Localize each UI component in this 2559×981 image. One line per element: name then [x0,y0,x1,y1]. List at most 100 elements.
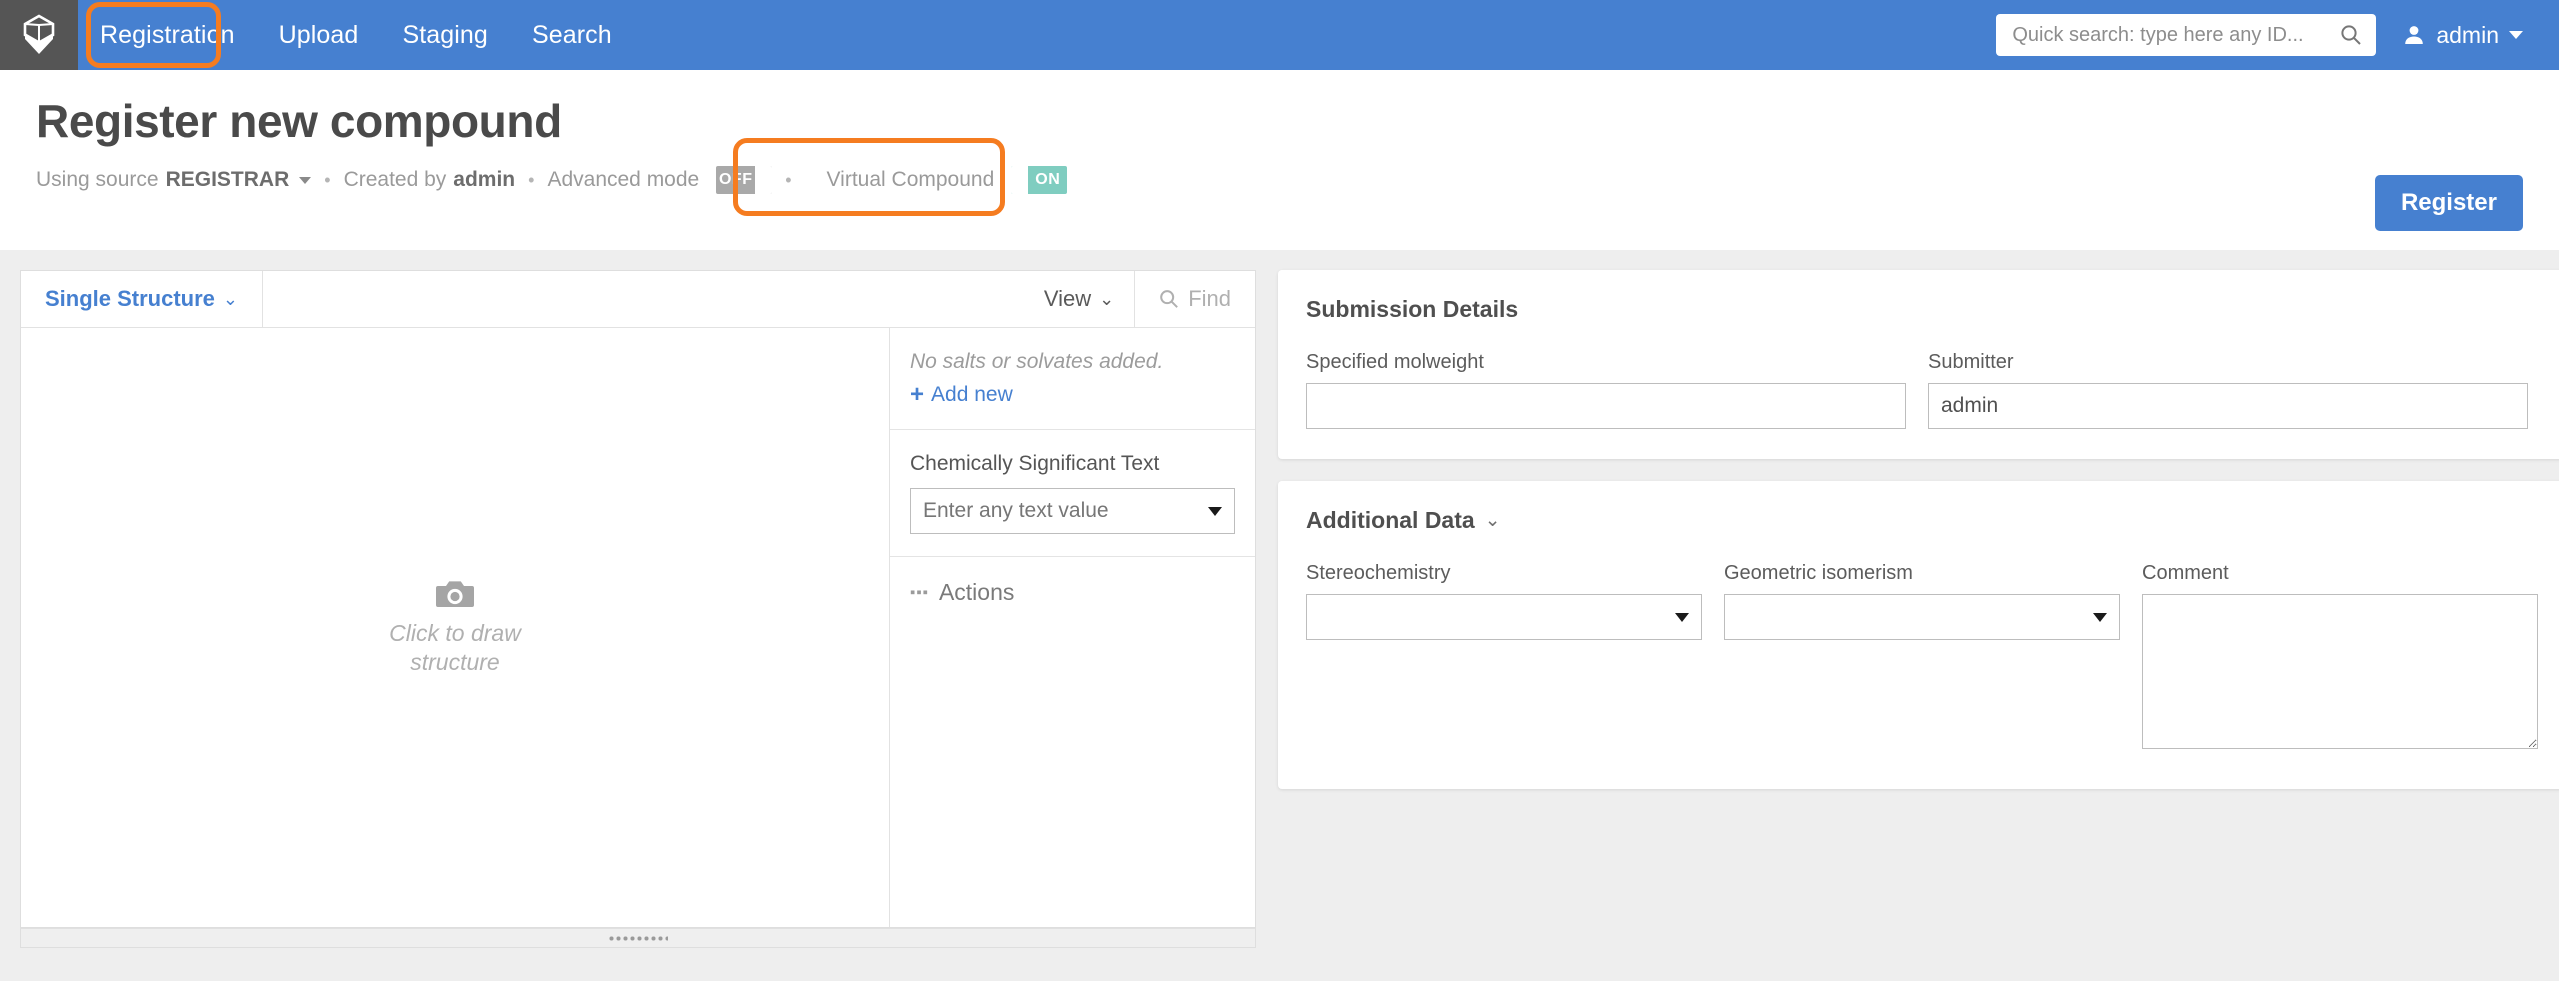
chemically-significant-text-block: Chemically Significant Text Enter any te… [890,430,1255,557]
virtual-compound-toggle[interactable]: ON [1011,166,1067,194]
toolbar-gap [263,271,1024,327]
camera-icon [436,578,474,609]
source-caret-down-icon[interactable] [299,177,311,184]
advanced-mode-toggle[interactable]: OFF [716,166,772,194]
quick-search-box[interactable] [1996,14,2376,56]
geometric-isomerism-field: Geometric isomerism [1724,562,2120,749]
specified-molweight-field: Specified molweight [1306,351,1906,429]
main-content: Single Structure ⌄ View ⌄ Find [0,250,2559,981]
app-logo[interactable] [0,0,78,70]
structure-card: Single Structure ⌄ View ⌄ Find [20,270,1256,928]
caret-down-icon [2093,613,2107,622]
comment-textarea[interactable] [2142,594,2538,749]
single-structure-label: Single Structure [45,286,215,312]
chevron-down-icon: ⌄ [223,289,238,310]
advanced-mode-label: Advanced mode [547,168,699,192]
search-icon [2340,24,2362,46]
hexagon-cube-logo-icon [19,13,59,57]
comment-label: Comment [2142,562,2538,585]
view-dropdown[interactable]: View ⌄ [1024,271,1135,327]
nav-link-search[interactable]: Search [510,0,634,70]
using-source-label: Using source [36,168,159,192]
draw-placeholder-line2: structure [410,648,499,677]
nav-link-staging[interactable]: Staging [380,0,510,70]
virtual-compound-group: Virtual Compound ON [827,166,1068,194]
created-by-label: Created by [344,168,447,192]
geometric-isomerism-select[interactable] [1724,594,2120,640]
geometric-isomerism-label: Geometric isomerism [1724,562,2120,585]
structure-body: Click to draw structure No salts or solv… [21,328,1255,927]
created-by-value: admin [453,168,515,192]
user-name: admin [2436,22,2499,49]
structure-canvas[interactable]: Click to draw structure [21,328,890,927]
submitter-input[interactable] [1928,383,2528,429]
chevron-down-icon: ⌄ [1099,289,1114,310]
page-meta-row: Using source REGISTRAR • Created by admi… [36,166,2523,194]
actions-label: Actions [939,579,1014,606]
advanced-mode-state: OFF [716,166,755,194]
virtual-compound-state: ON [1028,166,1067,194]
structure-column: Single Structure ⌄ View ⌄ Find [20,270,1256,981]
virtual-compound-knob [1011,166,1028,194]
chem-text-placeholder: Enter any text value [923,499,1109,523]
find-button[interactable]: Find [1135,271,1255,327]
meta-separator-1: • [324,170,330,191]
source-value[interactable]: REGISTRAR [166,168,290,192]
find-label: Find [1188,286,1231,312]
nav-spacer [634,0,1997,70]
user-menu[interactable]: admin [2402,22,2523,49]
stereochemistry-select[interactable] [1306,594,1702,640]
specified-molweight-label: Specified molweight [1306,351,1906,374]
caret-down-icon [1675,613,1689,622]
additional-data-title[interactable]: Additional Data ⌄ [1306,507,2538,534]
caret-down-icon [2509,31,2523,39]
panel-resize-handle[interactable] [20,928,1256,948]
created-by-group: Created by admin [344,168,516,192]
search-input[interactable] [2010,23,2340,48]
plus-icon: + [910,383,924,407]
chem-text-label: Chemically Significant Text [910,452,1235,476]
nav-links: Registration Upload Staging Search [78,0,634,70]
ellipsis-icon: ▪▪▪ [910,584,929,601]
structure-toolbar: Single Structure ⌄ View ⌄ Find [21,271,1255,328]
view-label: View [1044,286,1091,312]
person-icon [2402,23,2426,47]
advanced-mode-group: Advanced mode OFF [547,166,772,194]
caret-down-icon [1208,507,1222,516]
register-button[interactable]: Register [2375,175,2523,231]
actions-button[interactable]: ▪▪▪ Actions [890,557,1255,628]
top-navbar: Registration Upload Staging Search admin [0,0,2559,70]
nav-link-registration[interactable]: Registration [78,0,257,70]
side-panel-filler [890,628,1255,927]
salts-empty-text: No salts or solvates added. [910,350,1235,374]
submitter-label: Submitter [1928,351,2528,374]
single-structure-dropdown[interactable]: Single Structure ⌄ [21,271,263,327]
page-header: Register new compound Using source REGIS… [0,70,2559,250]
draw-placeholder-line1: Click to draw [389,619,521,648]
grip-handle-icon [608,935,668,942]
chevron-down-icon: ⌄ [1485,509,1501,532]
salts-block: No salts or solvates added. + Add new [890,328,1255,430]
meta-separator-3: • [785,170,791,191]
chem-text-select[interactable]: Enter any text value [910,488,1235,534]
additional-data-title-text: Additional Data [1306,507,1475,534]
using-source-group: Using source REGISTRAR [36,168,311,192]
search-icon [1159,289,1179,309]
draw-structure-placeholder[interactable]: Click to draw structure [389,578,521,677]
add-new-salt-button[interactable]: + Add new [910,383,1235,407]
submission-details-fields: Specified molweight Submitter [1306,351,2538,429]
stereochemistry-label: Stereochemistry [1306,562,1702,585]
meta-separator-2: • [528,170,534,191]
submitter-field: Submitter [1928,351,2528,429]
advanced-mode-knob [755,166,772,194]
page-title: Register new compound [36,94,2523,148]
specified-molweight-input[interactable] [1306,383,1906,429]
add-new-label: Add new [931,383,1013,407]
additional-data-fields: Stereochemistry Geometric isomerism Comm… [1306,562,2538,749]
additional-data-card: Additional Data ⌄ Stereochemistry Geomet… [1278,481,2559,789]
submission-details-card: Submission Details Specified molweight S… [1278,270,2559,459]
virtual-compound-label: Virtual Compound [827,168,995,192]
nav-link-upload[interactable]: Upload [257,0,381,70]
submission-details-title: Submission Details [1306,296,2538,323]
nav-right-group: admin [1996,0,2559,70]
